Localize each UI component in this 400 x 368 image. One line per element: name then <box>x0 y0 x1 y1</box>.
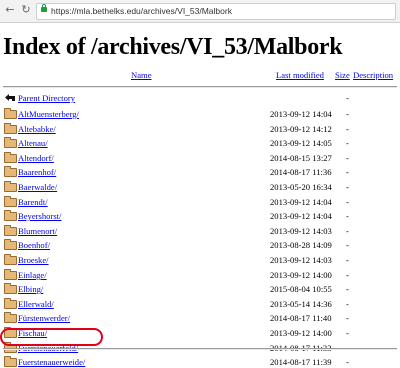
folder-icon <box>4 356 17 367</box>
folder-icon <box>4 210 17 221</box>
folder-icon <box>4 254 17 265</box>
directory-link[interactable]: AltMuensterberg/ <box>18 109 79 120</box>
last-modified-cell: 2013-09-12 14:03 <box>270 255 332 265</box>
folder-icon <box>4 152 17 163</box>
last-modified-cell: 2013-08-28 14:09 <box>270 240 332 250</box>
directory-link[interactable]: Baarenhof/ <box>18 167 56 178</box>
folder-icon <box>4 225 17 236</box>
size-cell: - <box>346 299 349 309</box>
size-cell: - <box>346 240 349 250</box>
folder-icon <box>4 137 17 148</box>
directory-link[interactable]: Baerwalde/ <box>18 182 57 193</box>
back-arrow-icon[interactable]: ← <box>4 4 16 16</box>
column-header-last-modified[interactable]: Last modified <box>276 70 324 81</box>
last-modified-cell: 2014-08-17 11:39 <box>270 357 332 367</box>
folder-icon <box>4 239 17 250</box>
directory-link[interactable]: Barendt/ <box>18 197 48 208</box>
size-cell: - <box>346 167 349 177</box>
folder-icon <box>4 298 17 309</box>
lock-icon <box>41 4 47 12</box>
size-cell: - <box>346 357 349 367</box>
size-cell: - <box>346 255 349 265</box>
directory-link[interactable]: Einlage/ <box>18 270 47 281</box>
size-cell: - <box>346 284 349 294</box>
last-modified-cell: 2014-08-17 11:36 <box>270 167 332 177</box>
header-divider <box>3 86 397 88</box>
last-modified-cell: 2013-09-12 14:00 <box>270 270 332 280</box>
directory-link[interactable]: Ellerwald/ <box>18 299 54 310</box>
address-bar[interactable]: https://mla.bethelks.edu/archives/VI_53/… <box>36 3 396 20</box>
directory-link[interactable]: Fuerstenauerweide/ <box>18 357 85 368</box>
directory-link[interactable]: Broeske/ <box>18 255 49 266</box>
size-cell: - <box>346 138 349 148</box>
folder-icon <box>4 269 17 280</box>
directory-link[interactable]: Boenhof/ <box>18 240 50 251</box>
last-modified-cell: 2015-08-04 10:55 <box>270 284 332 294</box>
column-header-size[interactable]: Size <box>335 70 350 81</box>
size-cell: - <box>346 226 349 236</box>
last-modified-cell: 2013-09-12 14:04 <box>270 211 332 221</box>
parent-directory-arrow-icon <box>5 94 15 101</box>
last-modified-cell: 2013-09-12 14:04 <box>270 197 332 207</box>
column-header-name[interactable]: Name <box>131 70 152 81</box>
last-modified-cell: 2013-09-12 14:04 <box>270 109 332 119</box>
directory-link[interactable]: Altebabke/ <box>18 124 56 135</box>
directory-link[interactable]: Blumenort/ <box>18 226 57 237</box>
browser-toolbar: ← ↻ https://mla.bethelks.edu/archives/VI… <box>0 0 400 23</box>
folder-icon <box>4 123 17 134</box>
footer-divider <box>3 348 397 350</box>
size-cell: - <box>346 313 349 323</box>
last-modified-cell: 2013-09-12 14:12 <box>270 124 332 134</box>
last-modified-cell: 2014-08-15 13:27 <box>270 153 332 163</box>
size-cell: - <box>346 182 349 192</box>
folder-icon <box>4 166 17 177</box>
size-cell: - <box>346 211 349 221</box>
last-modified-cell: 2013-09-12 14:05 <box>270 138 332 148</box>
size-cell: - <box>346 109 349 119</box>
size-cell: - <box>346 124 349 134</box>
parent-directory-size: - <box>346 93 349 103</box>
refresh-icon[interactable]: ↻ <box>20 4 32 16</box>
directory-link[interactable]: Altendorf/ <box>18 153 54 164</box>
last-modified-cell: 2013-05-20 16:34 <box>270 182 332 192</box>
last-modified-cell: 2013-05-14 14:36 <box>270 299 332 309</box>
directory-link[interactable]: Beyershorst/ <box>18 211 61 222</box>
parent-directory-link[interactable]: Parent Directory <box>18 93 75 104</box>
url-text: https://mla.bethelks.edu/archives/VI_53/… <box>51 6 232 16</box>
red-highlight-circle <box>0 328 103 346</box>
directory-link[interactable]: Fürstenwerder/ <box>18 313 70 324</box>
folder-icon <box>4 283 17 294</box>
last-modified-cell: 2013-09-12 14:03 <box>270 226 332 236</box>
last-modified-cell: 2014-08-17 11:40 <box>270 313 332 323</box>
folder-icon <box>4 181 17 192</box>
folder-icon <box>4 196 17 207</box>
page-title: Index of /archives/VI_53/Malbork <box>3 34 343 60</box>
size-cell: - <box>346 197 349 207</box>
size-cell: - <box>346 328 349 338</box>
directory-link[interactable]: Altenau/ <box>18 138 48 149</box>
last-modified-cell: 2013-09-12 14:00 <box>270 328 332 338</box>
column-header-description[interactable]: Description <box>353 70 393 81</box>
folder-icon <box>4 312 17 323</box>
size-cell: - <box>346 153 349 163</box>
size-cell: - <box>346 270 349 280</box>
directory-link[interactable]: Elbing/ <box>18 284 43 295</box>
folder-icon <box>4 108 17 119</box>
